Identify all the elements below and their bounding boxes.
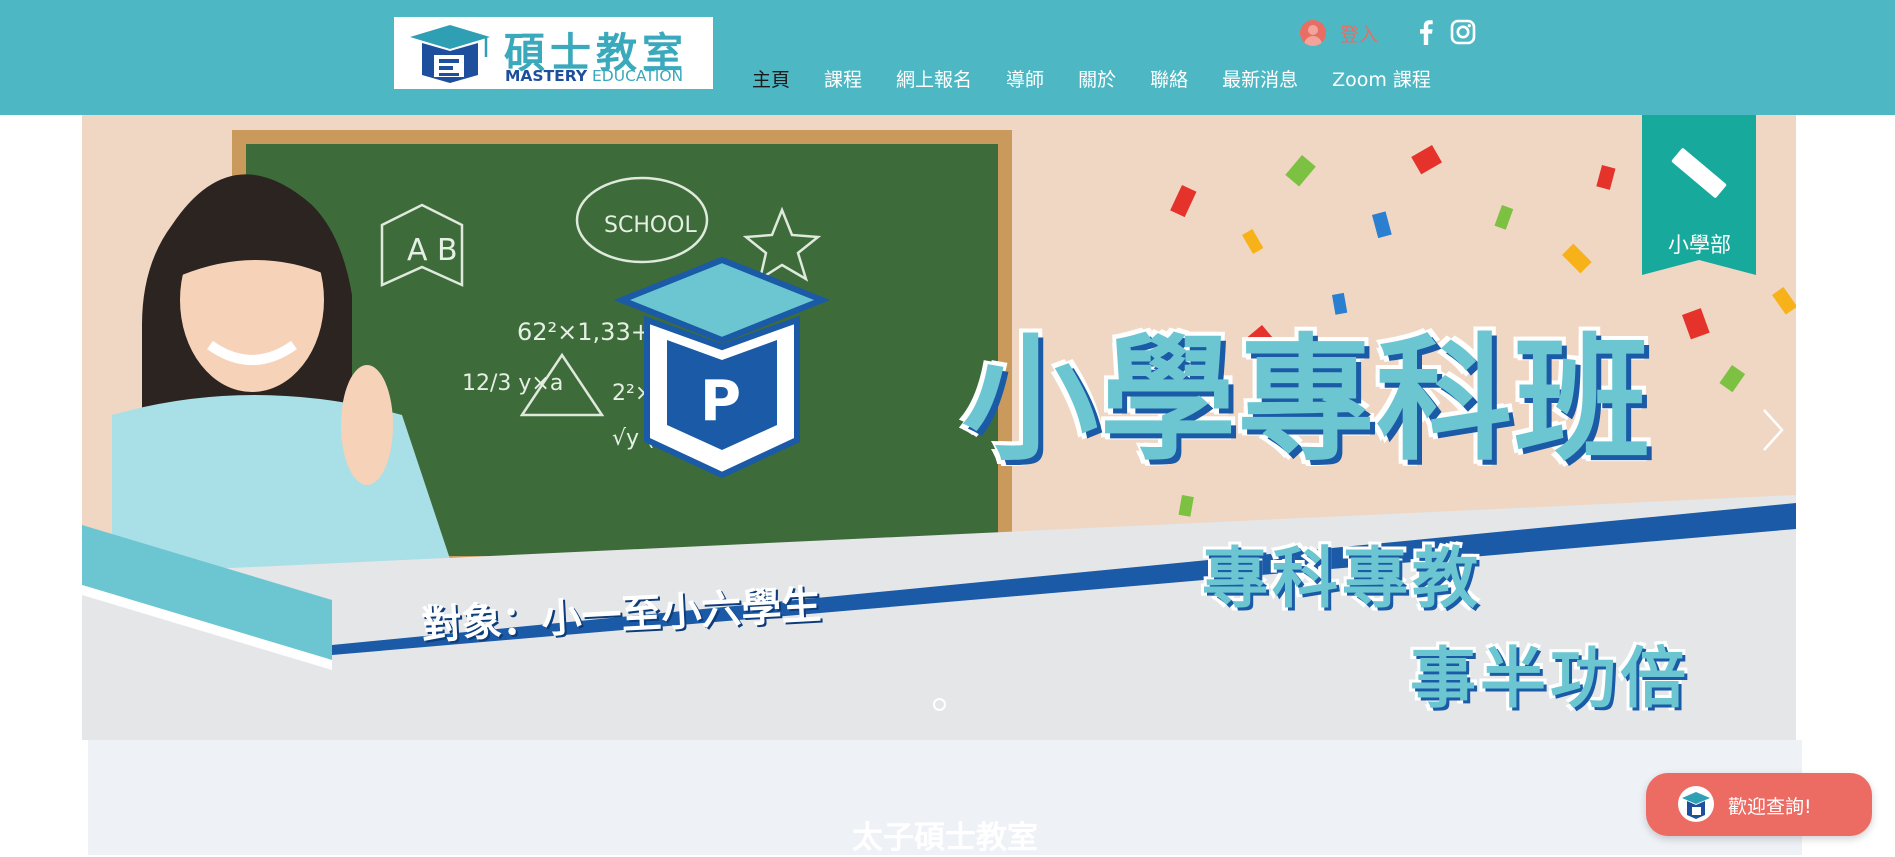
nav-item-zoom-courses[interactable]: Zoom 課程: [1332, 65, 1431, 92]
logo-english-strong: MASTERY: [505, 67, 588, 85]
nav-item-news[interactable]: 最新消息: [1222, 65, 1298, 92]
nav-item-online-registration[interactable]: 網上報名: [896, 65, 972, 92]
slider-dot[interactable]: [933, 698, 946, 711]
login-label: 登入: [1340, 23, 1379, 46]
facebook-icon[interactable]: [1413, 19, 1439, 45]
site-header: 碩士教室 MASTERY EDUCATION 登入 主頁 課程 網上報名 導師 …: [0, 0, 1895, 115]
chat-label: 歡迎查詢!: [1728, 796, 1812, 818]
nav-item-contact[interactable]: 聯絡: [1150, 65, 1188, 92]
user-avatar-icon: [1300, 20, 1326, 46]
svg-text:SCHOOL: SCHOOL: [604, 213, 698, 238]
nav-item-tutors[interactable]: 導師: [1006, 65, 1044, 92]
site-logo[interactable]: 碩士教室 MASTERY EDUCATION: [394, 17, 713, 89]
nav-item-about[interactable]: 關於: [1078, 65, 1116, 92]
hero-slider: A B SCHOOL 62²×1,33+ 12/3 y×a 2²×1,33+√y…: [82, 115, 1796, 740]
svg-text:P: P: [700, 369, 741, 434]
svg-text:62²×1,33+: 62²×1,33+: [517, 318, 651, 346]
section-title: 太子碩士教室: [852, 820, 1038, 856]
hero-department-tag: 小學部: [1668, 233, 1731, 257]
nav-item-courses[interactable]: 課程: [824, 65, 862, 92]
chat-enquiry-button[interactable]: 歡迎查詢!: [1646, 773, 1872, 836]
main-nav: 主頁 課程 網上報名 導師 關於 聯絡 最新消息 Zoom 課程: [752, 63, 1431, 93]
slider-next-arrow-icon[interactable]: [1752, 400, 1792, 460]
svg-text:A B: A B: [407, 233, 458, 268]
instagram-icon[interactable]: [1450, 19, 1476, 45]
logo-english-light: EDUCATION: [587, 67, 684, 85]
graduation-cap-logo-icon: [410, 25, 490, 83]
cap-p-logo: P: [613, 256, 831, 479]
hero-subtitle-1: 專科專教: [1202, 540, 1482, 617]
chat-logo-icon: [1678, 786, 1714, 822]
location-section: 太子碩士教室: [88, 740, 1802, 856]
svg-text:12/3 y×a: 12/3 y×a: [462, 371, 563, 396]
hero-subtitle-2: 事半功倍: [1410, 640, 1690, 717]
logo-english-text: MASTERY EDUCATION: [505, 67, 683, 85]
login-button[interactable]: 登入: [1300, 18, 1378, 48]
hero-title: 小學專科班: [962, 322, 1652, 480]
nav-item-home[interactable]: 主頁: [752, 65, 790, 92]
